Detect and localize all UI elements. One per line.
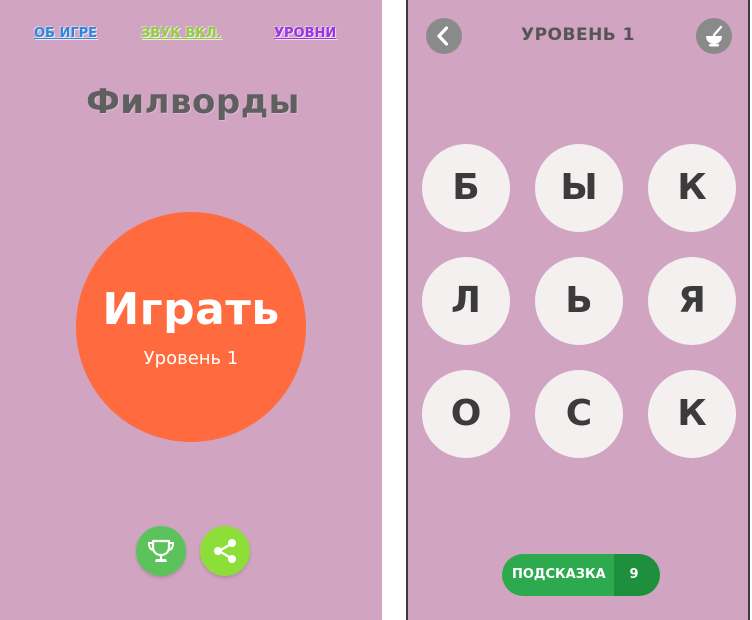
bowl-button[interactable] [696, 18, 732, 54]
hint-label: ПОДСКАЗКА [512, 567, 606, 582]
play-button[interactable]: Играть Уровень 1 [76, 212, 306, 442]
letter-tile[interactable]: К [648, 144, 736, 232]
letter-tile[interactable]: Ы [535, 144, 623, 232]
stage: ОБ ИГРЕ ЗВУК ВКЛ. УРОВНИ Филворды Играть… [0, 0, 752, 620]
hint-button[interactable]: ПОДСКАЗКА 9 [502, 554, 660, 596]
share-button[interactable] [200, 526, 250, 576]
level-screen: УРОВЕНЬ 1 Б Ы К Л Ь Я О С К ПОДСКАЗКА 9 [406, 0, 750, 620]
trophy-icon [147, 539, 175, 562]
letter-tile[interactable]: Ь [535, 257, 623, 345]
letter-tile[interactable]: О [422, 370, 510, 458]
letter-tile[interactable]: Л [422, 257, 510, 345]
hint-count: 9 [629, 567, 639, 582]
play-button-level: Уровень 1 [143, 348, 239, 369]
share-icon [214, 539, 236, 563]
top-links: ОБ ИГРЕ ЗВУК ВКЛ. УРОВНИ [0, 26, 382, 46]
main-menu-screen: ОБ ИГРЕ ЗВУК ВКЛ. УРОВНИ Филворды Играть… [0, 0, 382, 620]
levels-link[interactable]: УРОВНИ [274, 26, 336, 41]
hint-count-badge: 9 [614, 554, 660, 596]
trophy-button[interactable] [136, 526, 186, 576]
letter-tile[interactable]: С [535, 370, 623, 458]
letter-tile[interactable]: Б [422, 144, 510, 232]
letter-tile[interactable]: К [648, 370, 736, 458]
app-title: Филворды [86, 82, 300, 122]
play-button-label: Играть [102, 284, 280, 335]
mortar-bowl-icon [706, 25, 723, 47]
letter-tile[interactable]: Я [648, 257, 736, 345]
sound-toggle-link[interactable]: ЗВУК ВКЛ. [141, 26, 222, 41]
about-game-link[interactable]: ОБ ИГРЕ [34, 26, 97, 41]
